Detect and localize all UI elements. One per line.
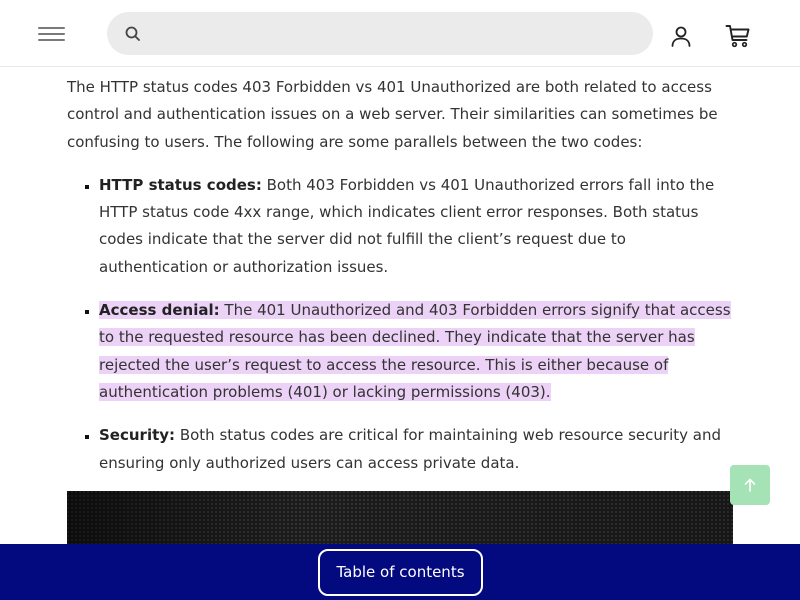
bottom-bar: Table of contents (0, 544, 800, 600)
list-item: HTTP status codes: Both 403 Forbidden vs… (99, 172, 735, 281)
article-image (67, 491, 733, 551)
search-input[interactable] (151, 12, 641, 55)
hamburger-menu-icon[interactable] (38, 25, 66, 43)
user-icon[interactable] (669, 24, 693, 48)
shopping-cart-icon[interactable] (725, 24, 751, 48)
highlighted-text: Access denial: The 401 Unauthorized and … (99, 301, 731, 401)
intro-paragraph: The HTTP status codes 403 Forbidden vs 4… (67, 78, 718, 151)
scroll-to-top-button[interactable] (730, 465, 770, 505)
list-item: Security: Both status codes are critical… (99, 422, 735, 477)
parallels-list: HTTP status codes: Both 403 Forbidden vs… (67, 172, 735, 477)
list-item-label: Security: (99, 426, 176, 445)
list-item-label: HTTP status codes: (99, 175, 262, 194)
site-header (0, 0, 800, 67)
search-icon[interactable] (124, 25, 142, 43)
table-of-contents-button[interactable]: Table of contents (318, 549, 483, 596)
list-item-text: Both status codes are critical for maint… (99, 426, 721, 472)
article-content: The HTTP status codes 403 Forbidden vs 4… (67, 74, 735, 493)
arrow-up-icon (744, 478, 756, 492)
list-item-label: Access denial: (99, 301, 220, 320)
article-image-texture (67, 491, 733, 551)
search-bar[interactable] (107, 12, 653, 55)
list-item: Access denial: The 401 Unauthorized and … (99, 297, 735, 406)
